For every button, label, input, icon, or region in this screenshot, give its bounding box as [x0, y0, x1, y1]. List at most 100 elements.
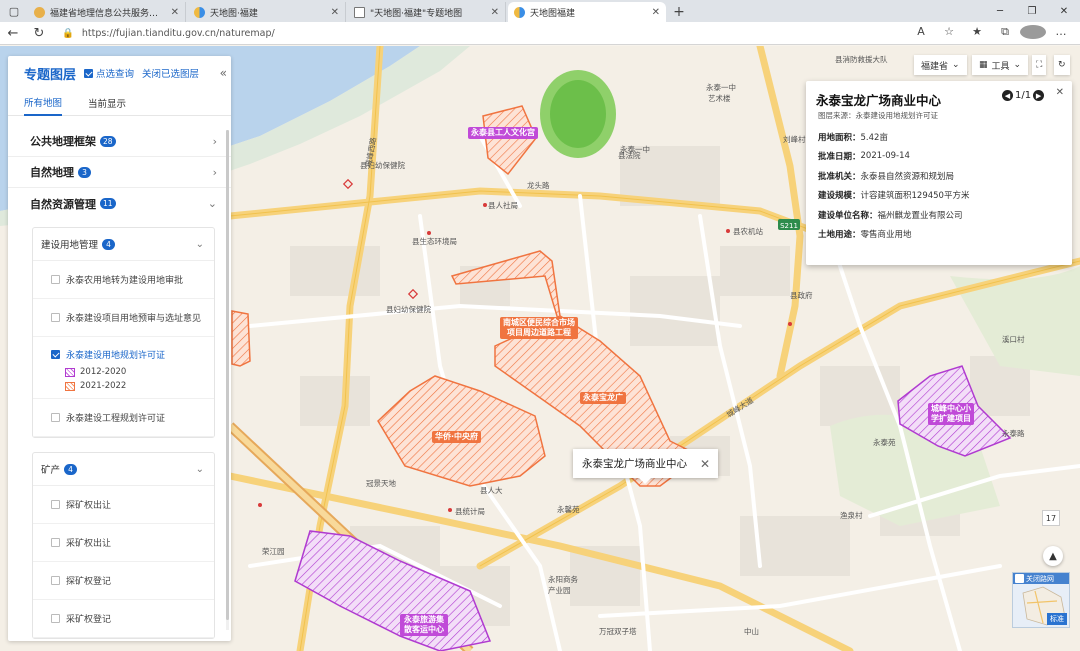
chevron-down-icon: ⌄: [195, 238, 204, 250]
section-natural-geography[interactable]: 自然地理 3 ›: [8, 157, 231, 188]
share-button[interactable]: ↻: [1054, 55, 1070, 75]
more-icon[interactable]: …: [1048, 25, 1074, 42]
layer-item[interactable]: 采矿权登记: [33, 600, 214, 638]
close-icon[interactable]: ✕: [491, 7, 499, 18]
minimize-icon[interactable]: ─: [984, 0, 1016, 22]
overview-minimap[interactable]: 关闭路网 标准: [1012, 572, 1070, 628]
area-label-tourism-center[interactable]: 永泰旅游集散客运中心: [400, 614, 448, 636]
close-icon[interactable]: ✕: [652, 7, 660, 18]
collections-icon[interactable]: ⧉: [992, 25, 1018, 42]
poi-label[interactable]: 县政府: [790, 290, 813, 301]
tools-menu[interactable]: ▦ 工具 ⌄: [972, 55, 1029, 75]
zoom-level-indicator: 17: [1042, 510, 1060, 526]
read-aloud-icon[interactable]: A: [908, 25, 934, 42]
new-tab-button[interactable]: +: [668, 2, 690, 22]
window-menu-icon[interactable]: ▢: [0, 0, 28, 22]
layer-item[interactable]: 永泰建设项目用地预审与选址意见: [33, 299, 214, 337]
tab-current-display[interactable]: 当前显示: [88, 90, 126, 116]
poi-label[interactable]: 县妇幼保健院: [386, 304, 431, 315]
panel-scrollbar-thumb[interactable]: [226, 130, 229, 620]
area-label-chengfeng-school[interactable]: 城峰中心小学扩建项目: [928, 403, 974, 425]
poi-label[interactable]: 冠景天地: [366, 478, 396, 489]
point-query-toggle[interactable]: 点选查询: [84, 66, 134, 80]
layer-item[interactable]: 采矿权出让: [33, 524, 214, 562]
poi-label[interactable]: 永阳商务产业园: [548, 574, 582, 596]
close-window-icon[interactable]: ✕: [1048, 0, 1080, 22]
poi-label[interactable]: 渔泉村: [840, 510, 863, 521]
chevron-down-icon: ⌄: [207, 197, 217, 210]
tab-all-maps[interactable]: 所有地图: [24, 90, 63, 116]
prev-page-icon[interactable]: ◀: [1002, 90, 1013, 101]
compass-icon[interactable]: ▲: [1043, 546, 1063, 566]
area-label-workers-palace[interactable]: 永泰县工人文化宫: [468, 127, 538, 139]
collapse-panel-icon[interactable]: «: [220, 66, 227, 80]
poi-label[interactable]: 万冠双子塔: [599, 626, 637, 637]
poi-label[interactable]: 溪口村: [1002, 334, 1025, 345]
checkbox-icon[interactable]: [51, 349, 60, 359]
checkbox-icon[interactable]: [51, 413, 60, 422]
checkbox-icon[interactable]: [51, 538, 60, 547]
layer-item[interactable]: 永泰农用地转为建设用地审批: [33, 261, 214, 299]
group-label: 建设用地管理: [41, 240, 99, 251]
checkbox-icon[interactable]: [51, 313, 60, 322]
browser-tab[interactable]: "天地图·福建"专题地图 ✕: [348, 2, 506, 22]
poi-label[interactable]: 刘峰村: [783, 134, 806, 145]
poi-label[interactable]: 县人社局: [488, 200, 518, 211]
checkbox-icon[interactable]: [51, 275, 60, 284]
mining-header[interactable]: 矿产 4 ⌄: [33, 453, 214, 486]
checkbox-icon[interactable]: [51, 500, 60, 509]
poi-label[interactable]: 县生态环境局: [412, 236, 457, 247]
close-selected-layers-link[interactable]: 关闭已选图层: [142, 66, 199, 80]
legend-row: 2021-2022: [65, 379, 214, 393]
poi-label[interactable]: 县消防救援大队: [835, 54, 888, 65]
poi-label[interactable]: 县农机站: [733, 226, 763, 237]
maximize-icon[interactable]: ❐: [1016, 0, 1048, 22]
area-label-south-city-market[interactable]: 南城区便民综合市场项目周边道路工程: [500, 317, 578, 339]
close-icon[interactable]: ✕: [331, 7, 339, 18]
poi-label[interactable]: 县法院: [618, 150, 641, 161]
poi-label[interactable]: 荣江园: [262, 546, 285, 557]
area-label-huaqiao[interactable]: 华侨·中央府: [432, 431, 482, 443]
region-selector[interactable]: 福建省 ⌄: [914, 55, 967, 75]
browser-tab[interactable]: 天地图·福建 ✕: [188, 2, 346, 22]
layer-item[interactable]: 探矿权登记: [33, 562, 214, 600]
site-favicon-icon: [194, 6, 205, 18]
close-icon[interactable]: ✕: [700, 457, 710, 471]
poi-label[interactable]: 永泰苑: [873, 437, 896, 448]
layer-item[interactable]: 永泰建设工程规划许可证: [33, 399, 214, 437]
checkbox-icon[interactable]: [51, 614, 60, 623]
minimap-toggle-label: 关闭路网: [1026, 574, 1054, 583]
browser-tab-strip: ▢ 福建省地理信息公共服务平台 天 ✕ 天地图·福建 ✕ "天地图·福建"专题地…: [0, 0, 1080, 22]
road-label: 龙头路: [527, 181, 550, 190]
construction-land-header[interactable]: 建设用地管理 4 ⌄: [33, 228, 214, 261]
layer-item-active[interactable]: 永泰建设用地规划许可证: [33, 343, 214, 365]
basemap-type-tag[interactable]: 标准: [1047, 613, 1067, 625]
area-label-baolong[interactable]: 永泰宝龙广: [580, 392, 626, 404]
map-feature-popup[interactable]: 永泰宝龙广场商业中心 ✕: [573, 449, 718, 484]
chevron-right-icon: ›: [212, 165, 217, 179]
poi-label[interactable]: 永馨苑: [557, 504, 580, 515]
fullscreen-button[interactable]: ⛶: [1032, 55, 1047, 75]
layer-item[interactable]: 探矿权出让: [33, 486, 214, 524]
refresh-icon[interactable]: ↻: [26, 26, 52, 41]
minimap-toggle[interactable]: 关闭路网: [1013, 573, 1069, 584]
browser-tab-active[interactable]: 天地图福建 ✕: [508, 2, 666, 22]
favorites-icon[interactable]: ★: [964, 25, 990, 42]
close-icon[interactable]: ✕: [171, 7, 179, 18]
poi-label[interactable]: 艺术楼: [708, 93, 731, 104]
back-icon[interactable]: ←: [0, 26, 26, 41]
next-page-icon[interactable]: ▶: [1033, 90, 1045, 101]
favorite-add-icon[interactable]: ☆: [936, 25, 962, 42]
attribute-key: 建设单位名称：: [818, 210, 878, 221]
browser-tab[interactable]: 福建省地理信息公共服务平台 天 ✕: [28, 2, 186, 22]
section-public-geo-framework[interactable]: 公共地理框架 28 ›: [8, 126, 231, 157]
poi-label[interactable]: 县人大: [480, 485, 503, 496]
close-icon[interactable]: ✕: [1056, 87, 1064, 98]
poi-label[interactable]: 永泰一中: [706, 82, 736, 93]
poi-label[interactable]: 县统计局: [455, 506, 485, 517]
section-natural-resource-management[interactable]: 自然资源管理 11 ⌄: [8, 188, 231, 219]
layer-label: 探矿权出让: [66, 501, 112, 511]
url-field[interactable]: 🔒 https://fujian.tianditu.gov.cn/naturem…: [62, 24, 908, 42]
checkbox-icon[interactable]: [51, 576, 60, 585]
profile-icon[interactable]: [1020, 24, 1046, 42]
